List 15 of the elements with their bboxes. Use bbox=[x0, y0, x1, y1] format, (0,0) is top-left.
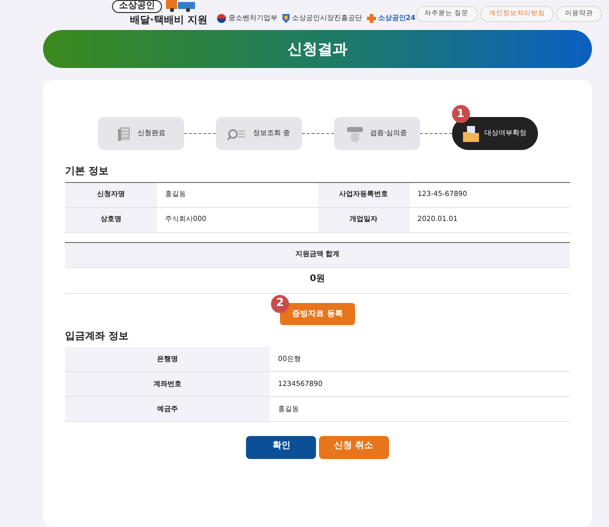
logo-icon bbox=[282, 14, 290, 23]
step-number-badge: 1 bbox=[452, 105, 470, 123]
logo-subtitle: 배달·택배비 지원 bbox=[130, 14, 208, 28]
total-amount: 0원 bbox=[310, 273, 326, 286]
logo-text: 소상공인 bbox=[112, 0, 162, 13]
document-icon bbox=[116, 126, 132, 142]
folder-icon bbox=[462, 126, 478, 142]
step-number-badge: 2 bbox=[271, 294, 290, 312]
section-title: 기본 정보 bbox=[65, 164, 110, 178]
logo-icon bbox=[366, 14, 376, 23]
logo-icon bbox=[217, 14, 226, 23]
confirm-button[interactable]: 확인 bbox=[246, 436, 316, 458]
truck-icon bbox=[166, 0, 196, 12]
page-title: 신청결과 bbox=[288, 38, 348, 60]
section-title: 입금계좌 정보 bbox=[65, 330, 130, 344]
